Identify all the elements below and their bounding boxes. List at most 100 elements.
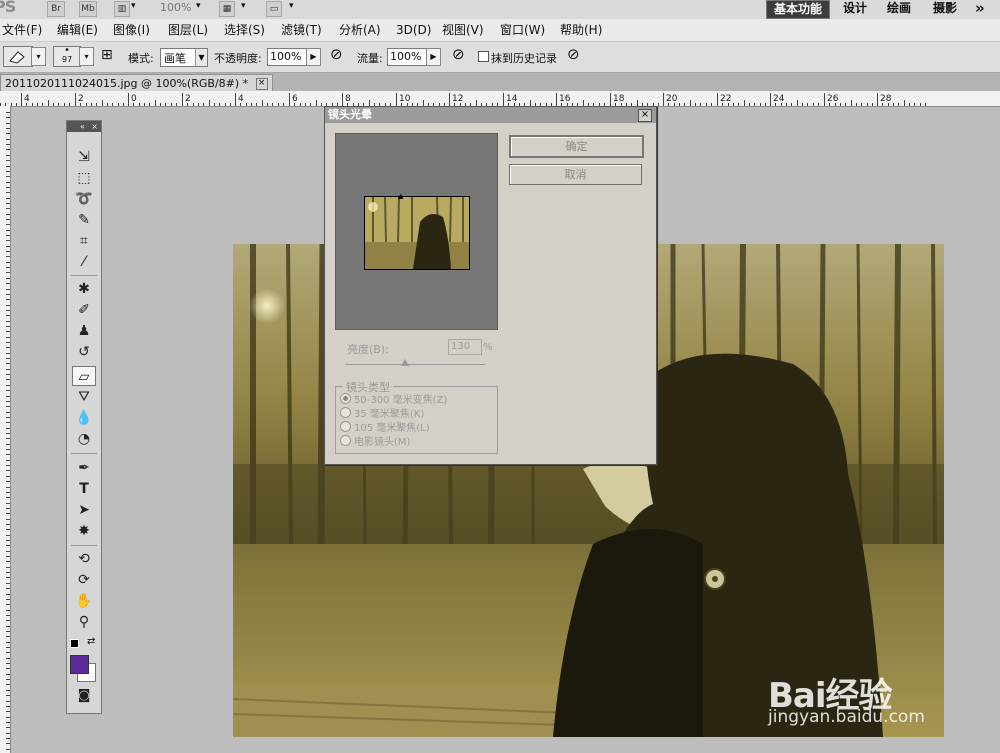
blur-tool-icon[interactable]: 💧: [72, 408, 96, 428]
foreground-color-swatch[interactable]: [70, 655, 89, 674]
path-selection-tool-icon[interactable]: ➤: [72, 500, 96, 520]
menu-help[interactable]: 帮助(H): [560, 22, 602, 38]
bridge-button[interactable]: Br: [47, 1, 65, 17]
collapse-panel-icon[interactable]: «: [80, 122, 85, 131]
menu-analysis[interactable]: 分析(A): [339, 22, 381, 38]
type-tool-icon[interactable]: T: [72, 479, 96, 499]
dialog-titlebar[interactable]: 镜头光晕 ×: [325, 107, 656, 123]
hand-tool-icon[interactable]: ✋: [72, 591, 96, 611]
paint-bucket-tool-icon[interactable]: ⛛: [72, 387, 96, 407]
view-extras-button[interactable]: ▥: [114, 1, 130, 17]
zoom-level[interactable]: 100%: [160, 0, 191, 16]
cancel-button[interactable]: 取消: [509, 164, 642, 185]
menu-view[interactable]: 视图(V): [442, 22, 484, 38]
pen-tool-icon[interactable]: ✒: [72, 458, 96, 478]
mini-bridge-button[interactable]: Mb: [79, 1, 97, 17]
chevron-down-icon[interactable]: ▾: [241, 1, 246, 11]
custom-shape-tool-icon[interactable]: ✸: [72, 521, 96, 541]
tool-preset-arrow[interactable]: ▾: [31, 47, 46, 66]
brightness-input[interactable]: 130: [448, 339, 482, 355]
radio[interactable]: [340, 435, 351, 446]
ruler-label: 20: [666, 94, 678, 104]
workspace-essentials[interactable]: 基本功能: [766, 0, 830, 19]
healing-brush-tool-icon[interactable]: ✱: [72, 279, 96, 299]
brush-panel-icon[interactable]: ⊞: [101, 47, 113, 63]
close-panel-icon[interactable]: ×: [91, 122, 98, 131]
quick-mask-icon[interactable]: ◙: [72, 686, 96, 706]
brightness-slider-thumb[interactable]: [401, 359, 409, 366]
history-brush-tool-icon[interactable]: ↺: [72, 342, 96, 362]
quick-select-tool-icon[interactable]: ✎: [72, 210, 96, 230]
tools-panel-header[interactable]: « ×: [67, 121, 101, 132]
move-tool-icon[interactable]: ⇲: [72, 147, 96, 167]
flare-preview[interactable]: ▲: [335, 133, 498, 330]
ok-button[interactable]: 确定: [509, 135, 644, 158]
screen-mode-button[interactable]: ▭: [266, 1, 282, 17]
default-colors-icon[interactable]: [70, 639, 79, 648]
ruler-label: 12: [452, 94, 463, 104]
lens-option-50-300[interactable]: 50-300 毫米变焦(Z): [340, 393, 447, 407]
opacity-field[interactable]: 100%: [267, 48, 308, 66]
mode-select[interactable]: 画笔 ▼: [160, 48, 208, 67]
baidu-watermark-url: jingyan.baidu.com: [768, 707, 925, 727]
erase-history-checkbox[interactable]: [478, 51, 489, 62]
menu-filter[interactable]: 滤镜(T): [281, 22, 322, 38]
flare-center-marker-icon[interactable]: ▲: [398, 192, 403, 200]
pressure-size-icon[interactable]: ⊘: [567, 45, 580, 63]
lens-option-105[interactable]: 105 毫米聚焦(L): [340, 421, 430, 435]
radio[interactable]: [340, 407, 351, 418]
brush-preset-picker[interactable]: • 97: [53, 45, 81, 67]
lens-option-movie-prime[interactable]: 电影镜头(M): [340, 435, 410, 449]
dialog-close-icon[interactable]: ×: [638, 109, 652, 122]
chevron-down-icon[interactable]: ▾: [289, 1, 294, 11]
workspace-painting[interactable]: 绘画: [887, 0, 911, 17]
tools-panel: « × ⇲ ⬚ ➰ ✎ ⌗ ⁄ ✱ ✐ ♟ ↺ ▱ ⛛ 💧 ◔ ✒ T ➤ ✸ …: [66, 120, 102, 714]
close-tab-icon[interactable]: ×: [255, 78, 268, 90]
lasso-tool-icon[interactable]: ➰: [72, 189, 96, 209]
eraser-tool-icon[interactable]: ▱: [72, 366, 96, 386]
swap-colors-icon[interactable]: ⇄: [87, 636, 95, 647]
clone-stamp-tool-icon[interactable]: ♟: [72, 321, 96, 341]
menu-image[interactable]: 图像(I): [113, 22, 150, 38]
flow-slider-arrow[interactable]: ▶: [426, 48, 441, 66]
3d-orbit-tool-icon[interactable]: ⟳: [72, 570, 96, 590]
menu-3d[interactable]: 3D(D): [396, 22, 431, 38]
menu-window[interactable]: 窗口(W): [500, 22, 545, 38]
eyedropper-tool-icon[interactable]: ⁄: [72, 252, 96, 272]
more-workspaces-icon[interactable]: »: [975, 0, 985, 17]
menu-select[interactable]: 选择(S): [224, 22, 265, 38]
vertical-ruler[interactable]: [0, 106, 11, 753]
dodge-tool-icon[interactable]: ◔: [72, 429, 96, 449]
flow-field[interactable]: 100%: [387, 48, 428, 66]
workspace-design[interactable]: 设计: [843, 0, 867, 17]
menu-edit[interactable]: 编辑(E): [57, 22, 98, 38]
brush-tool-icon[interactable]: ✐: [72, 300, 96, 320]
ruler-label: 6: [292, 94, 298, 104]
chevron-down-icon[interactable]: ▾: [131, 1, 136, 11]
arrange-documents-button[interactable]: ▦: [219, 1, 235, 17]
radio[interactable]: [340, 421, 351, 432]
workspace-photography[interactable]: 摄影: [933, 0, 957, 17]
zoom-tool-icon[interactable]: ⚲: [72, 612, 96, 632]
tool-preset-picker[interactable]: [3, 46, 33, 67]
horizontal-ruler[interactable]: 4 2 0 2 4 6 8 10 12 14 16 18 20 22 24 26 28: [0, 91, 1000, 107]
opacity-slider-arrow[interactable]: ▶: [306, 48, 321, 66]
3d-rotate-tool-icon[interactable]: ⟲: [72, 549, 96, 569]
airbrush-icon[interactable]: ⊘: [452, 45, 465, 63]
crop-tool-icon[interactable]: ⌗: [72, 231, 96, 251]
brush-size: 97: [62, 55, 73, 64]
pressure-opacity-icon[interactable]: ⊘: [330, 45, 343, 63]
toolbox-divider: [71, 453, 97, 454]
zoom-dropdown-icon[interactable]: ▾: [196, 1, 201, 11]
menu-file[interactable]: 文件(F): [2, 22, 42, 38]
ruler-label: 28: [880, 94, 892, 104]
opacity-value: 100%: [270, 50, 302, 63]
preview-thumbnail[interactable]: [364, 196, 470, 270]
marquee-tool-icon[interactable]: ⬚: [72, 168, 96, 188]
lens-option-35[interactable]: 35 毫米聚焦(K): [340, 407, 424, 421]
radio-selected[interactable]: [340, 393, 351, 404]
brush-preset-arrow[interactable]: ▾: [79, 47, 94, 66]
menu-layer[interactable]: 图层(L): [168, 22, 208, 38]
brightness-slider-track[interactable]: [345, 364, 485, 365]
document-tab[interactable]: 2011020111024015.jpg @ 100%(RGB/8#) * ×: [0, 74, 273, 92]
